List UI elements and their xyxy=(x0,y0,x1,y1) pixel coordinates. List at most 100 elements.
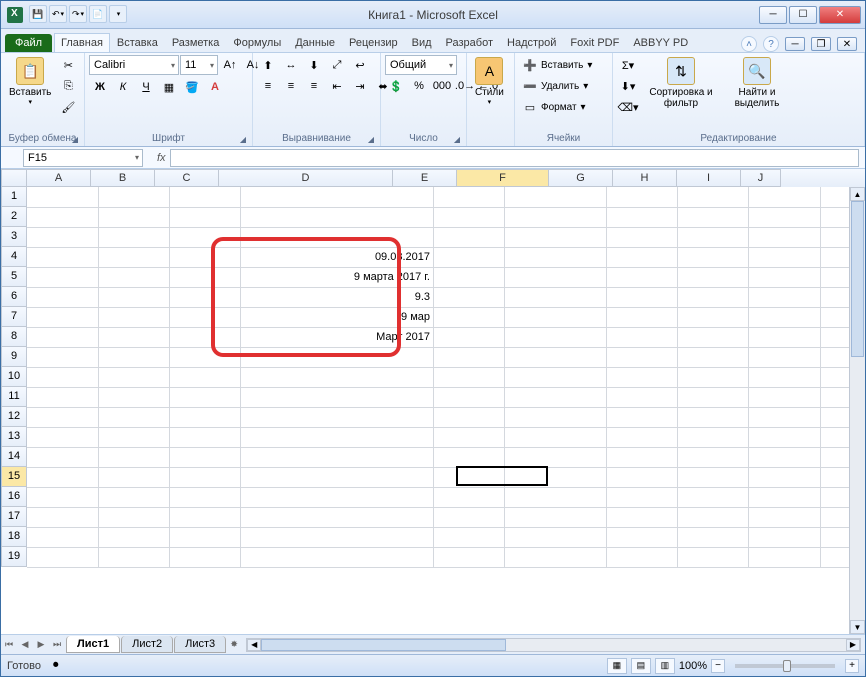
cell-F3[interactable] xyxy=(505,227,607,247)
cell-B8[interactable] xyxy=(98,327,169,347)
row-header-6[interactable]: 6 xyxy=(1,287,27,307)
cell-H11[interactable] xyxy=(678,387,749,407)
cell-E2[interactable] xyxy=(434,207,505,227)
ribbon-tab-9[interactable]: Foxit PDF xyxy=(563,33,626,52)
cell-D17[interactable] xyxy=(240,507,433,527)
cell-H10[interactable] xyxy=(678,367,749,387)
row-header-8[interactable]: 8 xyxy=(1,327,27,347)
cell-E7[interactable] xyxy=(434,307,505,327)
font-size-combo[interactable]: 11 xyxy=(180,55,218,75)
scroll-up-arrow[interactable]: ▲ xyxy=(850,187,865,201)
align-center-button[interactable]: ≡ xyxy=(280,76,302,96)
horizontal-scrollbar[interactable]: ◀ ▶ xyxy=(246,638,861,652)
cell-I5[interactable] xyxy=(749,267,820,287)
cell-D8[interactable]: Март 2017 xyxy=(240,327,433,347)
cell-G5[interactable] xyxy=(607,267,678,287)
cell-E16[interactable] xyxy=(434,487,505,507)
cell-B18[interactable] xyxy=(98,527,169,547)
wrap-text-button[interactable]: ↩ xyxy=(349,55,371,75)
cell-B1[interactable] xyxy=(98,187,169,207)
zoom-level[interactable]: 100% xyxy=(679,660,707,672)
cell-B4[interactable] xyxy=(98,247,169,267)
cell-G2[interactable] xyxy=(607,207,678,227)
cell-C17[interactable] xyxy=(169,507,240,527)
cell-G4[interactable] xyxy=(607,247,678,267)
vscroll-thumb[interactable] xyxy=(851,201,864,357)
cell-I19[interactable] xyxy=(749,547,820,567)
cell-D6[interactable]: 9.3 xyxy=(240,287,433,307)
row-header-18[interactable]: 18 xyxy=(1,527,27,547)
new-sheet-button[interactable]: ✸ xyxy=(226,637,242,653)
qat-item[interactable]: 📄 xyxy=(89,5,107,23)
cell-G18[interactable] xyxy=(607,527,678,547)
cell-E19[interactable] xyxy=(434,547,505,567)
name-box[interactable]: F15 xyxy=(23,149,143,167)
cell-A2[interactable] xyxy=(27,207,98,227)
close-button[interactable]: ✕ xyxy=(819,6,861,24)
page-break-view-button[interactable]: ▥ xyxy=(655,658,675,674)
format-cells-button[interactable]: ▭Формат ▾ xyxy=(519,97,590,117)
cell-F18[interactable] xyxy=(505,527,607,547)
cell-I11[interactable] xyxy=(749,387,820,407)
row-header-19[interactable]: 19 xyxy=(1,547,27,567)
file-tab[interactable]: Файл xyxy=(5,34,52,52)
row-header-4[interactable]: 4 xyxy=(1,247,27,267)
cell-A8[interactable] xyxy=(27,327,98,347)
find-select-button[interactable]: 🔍 Найти и выделить xyxy=(723,55,791,111)
cell-H19[interactable] xyxy=(678,547,749,567)
cell-H13[interactable] xyxy=(678,427,749,447)
cell-D9[interactable] xyxy=(240,347,433,367)
font-color-button[interactable]: A xyxy=(204,77,226,97)
cell-G14[interactable] xyxy=(607,447,678,467)
select-all-corner[interactable] xyxy=(1,169,27,187)
align-top-button[interactable]: ⬆ xyxy=(257,55,279,75)
sheet-tab-1[interactable]: Лист2 xyxy=(121,636,173,653)
align-middle-button[interactable]: ↔ xyxy=(280,55,302,75)
cell-C5[interactable] xyxy=(169,267,240,287)
cell-E13[interactable] xyxy=(434,427,505,447)
ribbon-tab-5[interactable]: Рецензир xyxy=(342,33,405,52)
cell-H14[interactable] xyxy=(678,447,749,467)
cell-I13[interactable] xyxy=(749,427,820,447)
zoom-slider[interactable] xyxy=(735,664,835,668)
cell-D11[interactable] xyxy=(240,387,433,407)
cell-B6[interactable] xyxy=(98,287,169,307)
qat-undo[interactable]: ↶ xyxy=(49,5,67,23)
fx-icon[interactable]: fx xyxy=(157,152,166,164)
insert-cells-button[interactable]: ➕Вставить ▾ xyxy=(519,55,596,75)
row-header-9[interactable]: 9 xyxy=(1,347,27,367)
cell-A17[interactable] xyxy=(27,507,98,527)
cell-H16[interactable] xyxy=(678,487,749,507)
column-header-A[interactable]: A xyxy=(27,169,91,187)
ribbon-tab-3[interactable]: Формулы xyxy=(226,33,288,52)
alignment-dialog-icon[interactable]: ◢ xyxy=(368,135,374,144)
styles-button[interactable]: A Стили ▾ xyxy=(471,55,508,108)
help-icon[interactable]: ? xyxy=(763,36,779,52)
cell-E15[interactable] xyxy=(434,467,505,487)
align-left-button[interactable]: ≡ xyxy=(257,76,279,96)
cell-I14[interactable] xyxy=(749,447,820,467)
ribbon-tab-1[interactable]: Вставка xyxy=(110,33,165,52)
normal-view-button[interactable]: ▦ xyxy=(607,658,627,674)
cell-I1[interactable] xyxy=(749,187,820,207)
underline-button[interactable]: Ч xyxy=(135,77,157,97)
cell-A14[interactable] xyxy=(27,447,98,467)
cell-E14[interactable] xyxy=(434,447,505,467)
row-header-5[interactable]: 5 xyxy=(1,267,27,287)
cell-D16[interactable] xyxy=(240,487,433,507)
cell-C16[interactable] xyxy=(169,487,240,507)
cell-B11[interactable] xyxy=(98,387,169,407)
cell-F5[interactable] xyxy=(505,267,607,287)
cell-F8[interactable] xyxy=(505,327,607,347)
hscroll-thumb[interactable] xyxy=(261,639,506,651)
cell-A19[interactable] xyxy=(27,547,98,567)
row-header-3[interactable]: 3 xyxy=(1,227,27,247)
cell-A13[interactable] xyxy=(27,427,98,447)
format-painter-button[interactable]: 🖌 xyxy=(57,97,79,117)
cell-G12[interactable] xyxy=(607,407,678,427)
cell-B10[interactable] xyxy=(98,367,169,387)
cell-I15[interactable] xyxy=(749,467,820,487)
cell-G13[interactable] xyxy=(607,427,678,447)
cell-E3[interactable] xyxy=(434,227,505,247)
cell-H12[interactable] xyxy=(678,407,749,427)
